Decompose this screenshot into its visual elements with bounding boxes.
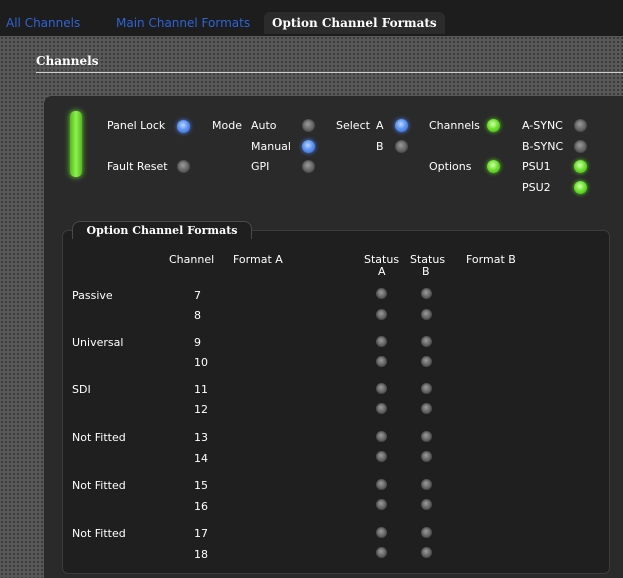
tab-main-channel-formats[interactable]: Main Channel Formats [108, 12, 258, 34]
tab-bar: All Channels Main Channel Formats Option… [0, 0, 623, 36]
status-b-led [421, 499, 432, 510]
status-b-led [421, 309, 432, 320]
select-a-label: A [376, 119, 384, 132]
status-a-led [376, 547, 387, 558]
select-label: Select [336, 119, 370, 132]
tab-all-channels[interactable]: All Channels [0, 12, 88, 34]
channel-number: 14 [194, 452, 208, 465]
channel-number: 13 [194, 431, 208, 444]
channel-number: 9 [194, 336, 201, 349]
option-channel-formats-title: Option Channel Formats [72, 221, 252, 239]
status-b-led [421, 288, 432, 299]
group-name: Not Fitted [72, 527, 126, 540]
header-channel: Channel [169, 253, 215, 266]
header-format-b: Format B [466, 253, 516, 266]
mode-auto-label: Auto [251, 119, 277, 132]
status-b-led [421, 547, 432, 558]
status-b-led [421, 336, 432, 347]
options-status-led [487, 160, 500, 173]
fault-reset-button[interactable] [177, 160, 190, 173]
channels-status-led [487, 119, 500, 132]
status-a-led [376, 288, 387, 299]
section-title: Channels [36, 54, 99, 68]
channel-number: 7 [194, 289, 201, 302]
mode-manual-label: Manual [251, 140, 291, 153]
group-name: Not Fitted [72, 479, 126, 492]
status-a-led [376, 336, 387, 347]
power-status-led [70, 111, 82, 177]
status-b-led [421, 451, 432, 462]
fault-reset-label: Fault Reset [107, 160, 168, 173]
group-name: SDI [72, 383, 91, 396]
section-divider [36, 72, 623, 73]
psu2-led [574, 181, 587, 194]
channel-number: 18 [194, 548, 208, 561]
status-b-led [421, 403, 432, 414]
header-status-a-sub: A [378, 265, 386, 278]
b-sync-label: B-SYNC [522, 140, 564, 153]
status-b-led [421, 479, 432, 490]
psu2-label: PSU2 [522, 181, 551, 194]
channel-number: 15 [194, 479, 208, 492]
channel-number: 11 [194, 383, 208, 396]
channels-status-label: Channels [429, 119, 480, 132]
status-a-led [376, 431, 387, 442]
header-format-a: Format A [233, 253, 283, 266]
psu1-led [574, 160, 587, 173]
status-a-led [376, 309, 387, 320]
status-a-led [376, 479, 387, 490]
status-a-led [376, 499, 387, 510]
status-a-led [376, 403, 387, 414]
header-status-b-sub: B [422, 265, 430, 278]
status-b-led [421, 527, 432, 538]
b-sync-led [574, 140, 587, 153]
status-b-led [421, 356, 432, 367]
mode-manual-button[interactable] [302, 140, 315, 153]
status-b-led [421, 431, 432, 442]
group-name: Universal [72, 336, 124, 349]
select-b-label: B [376, 140, 384, 153]
a-sync-led [574, 119, 587, 132]
option-channel-formats-panel [62, 230, 610, 574]
status-a-led [376, 451, 387, 462]
channel-number: 12 [194, 403, 208, 416]
mode-auto-button[interactable] [302, 119, 315, 132]
channel-number: 8 [194, 309, 201, 322]
panel-lock-label: Panel Lock [107, 119, 166, 132]
options-status-label: Options [429, 160, 472, 173]
select-a-button[interactable] [395, 119, 408, 132]
group-name: Passive [72, 289, 113, 302]
panel-lock-button[interactable] [177, 120, 190, 133]
mode-gpi-button[interactable] [302, 160, 315, 173]
mode-gpi-label: GPI [251, 160, 270, 173]
status-b-led [421, 383, 432, 394]
channel-number: 16 [194, 500, 208, 513]
a-sync-label: A-SYNC [522, 119, 563, 132]
psu1-label: PSU1 [522, 160, 551, 173]
status-a-led [376, 527, 387, 538]
tab-option-channel-formats[interactable]: Option Channel Formats [264, 12, 445, 34]
channel-number: 17 [194, 527, 208, 540]
select-b-button[interactable] [395, 140, 408, 153]
group-name: Not Fitted [72, 431, 126, 444]
status-a-led [376, 383, 387, 394]
status-a-led [376, 356, 387, 367]
channel-number: 10 [194, 356, 208, 369]
mode-label: Mode [212, 119, 242, 132]
